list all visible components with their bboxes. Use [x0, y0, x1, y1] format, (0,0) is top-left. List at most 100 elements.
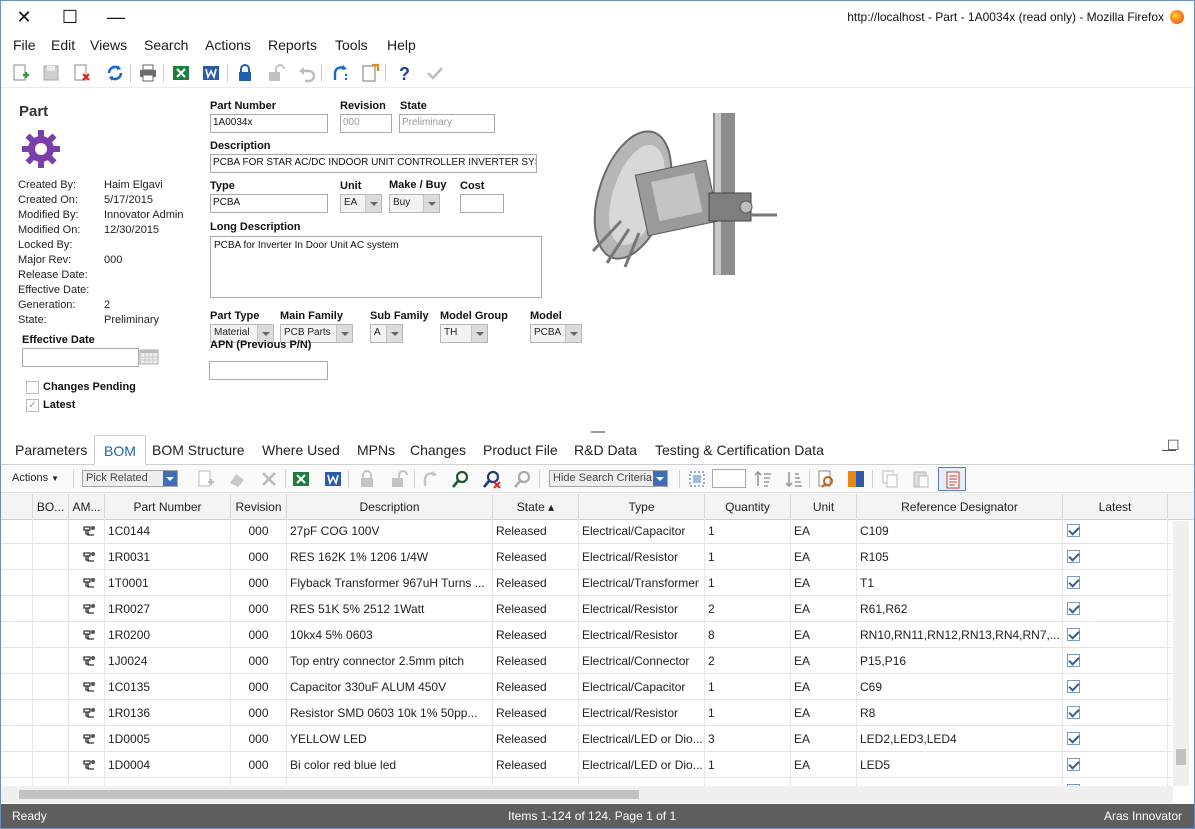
table-cell[interactable] — [1, 622, 33, 648]
page-size-input[interactable] — [712, 469, 746, 488]
description-cell[interactable]: Capacitor 330uF ALUM 450V — [287, 674, 493, 700]
part-structure-icon[interactable] — [82, 758, 96, 772]
quantity-cell[interactable]: 2 — [705, 596, 791, 622]
unit-cell[interactable]: EA — [791, 596, 857, 622]
search-icon[interactable] — [451, 469, 471, 489]
column-header-type[interactable]: Type — [579, 494, 705, 520]
description-cell[interactable]: Bi color red blue led — [287, 752, 493, 778]
grid-horizontal-scrollbar[interactable] — [1, 786, 1173, 803]
table-row[interactable]: 1R0031 000 RES 162K 1% 1206 1/4W Released El… — [1, 544, 1172, 570]
column-header-part-number[interactable]: Part Number — [105, 494, 231, 520]
type-cell[interactable]: Electrical/Resistor — [579, 622, 705, 648]
reference-designator-cell[interactable]: RN10,RN11,RN12,RN13,RN4,RN7,... — [857, 622, 1063, 648]
table-cell[interactable] — [1, 752, 33, 778]
part-structure-icon[interactable] — [82, 550, 96, 564]
revision-cell[interactable]: 000 — [231, 518, 287, 544]
structure-view-icon[interactable] — [846, 469, 866, 489]
tab-rd-data[interactable]: R&D Data — [574, 442, 637, 458]
table-cell[interactable] — [33, 674, 69, 700]
tab-parameters[interactable]: Parameters — [15, 442, 87, 458]
type-cell[interactable]: Electrical/Resistor — [579, 544, 705, 570]
state-cell[interactable]: Released — [493, 674, 579, 700]
table-cell[interactable] — [33, 570, 69, 596]
reference-designator-cell[interactable]: T1 — [857, 570, 1063, 596]
sort-descending-icon[interactable] — [784, 469, 804, 489]
table-cell[interactable] — [33, 544, 69, 570]
table-row[interactable]: 1R0136 000 Resistor SMD 0603 10k 1% 50pp..… — [1, 700, 1172, 726]
menu-edit[interactable]: Edit — [51, 37, 75, 53]
paste-icon[interactable] — [911, 469, 931, 489]
grid-vertical-scrollbar[interactable] — [1173, 521, 1189, 786]
maximize-window-button[interactable]: ☐ — [47, 1, 93, 33]
calendar-icon[interactable] — [139, 349, 159, 365]
search-options-icon[interactable] — [513, 469, 533, 489]
excel-export-icon[interactable] — [171, 63, 191, 83]
reference-designator-cell[interactable]: R8 — [857, 700, 1063, 726]
revision-cell[interactable]: 000 — [231, 570, 287, 596]
part-structure-icon[interactable] — [82, 576, 96, 590]
column-header-revision[interactable]: Revision — [231, 494, 287, 520]
unit-cell[interactable]: EA — [791, 674, 857, 700]
description-cell[interactable]: YELLOW LED — [287, 726, 493, 752]
table-cell[interactable] — [33, 622, 69, 648]
table-cell[interactable] — [33, 518, 69, 544]
state-cell[interactable]: Released — [493, 752, 579, 778]
description-input[interactable]: PCBA FOR STAR AC/DC INDOOR UNIT CONTROLL… — [210, 154, 537, 173]
part-structure-icon[interactable] — [82, 732, 96, 746]
quantity-cell[interactable]: 1 — [705, 700, 791, 726]
part-number-cell[interactable]: 1C0144 — [105, 518, 231, 544]
maximize-pane-icon[interactable]: ☐ — [1167, 437, 1180, 454]
table-row[interactable]: 1D0005 000 YELLOW LED Released Electrical/LE… — [1, 726, 1172, 752]
state-input[interactable]: Preliminary — [399, 114, 495, 133]
table-cell[interactable] — [33, 700, 69, 726]
lock-icon[interactable] — [235, 63, 255, 83]
column-header-latest[interactable]: Latest — [1063, 494, 1168, 520]
latest-checkbox[interactable] — [1067, 576, 1080, 589]
copy-icon[interactable] — [880, 469, 900, 489]
make-buy-select[interactable]: Buy — [389, 194, 440, 213]
promote-icon[interactable] — [330, 63, 350, 83]
table-row[interactable]: 1C0144 000 27pF COG 100V Released Electrical… — [1, 518, 1172, 544]
revision-cell[interactable]: 000 — [231, 544, 287, 570]
table-row[interactable]: 1R0027 000 RES 51K 5% 2512 1Watt Released El… — [1, 596, 1172, 622]
scroll-thumb[interactable] — [1176, 749, 1186, 765]
state-cell[interactable]: Released — [493, 596, 579, 622]
toggle-view-button[interactable] — [938, 467, 966, 491]
revision-cell[interactable]: 000 — [231, 596, 287, 622]
latest-checkbox[interactable] — [1067, 602, 1080, 615]
reference-designator-cell[interactable]: C69 — [857, 674, 1063, 700]
replace-icon[interactable] — [227, 469, 247, 489]
pick-related-select[interactable]: Pick Related — [82, 470, 178, 487]
description-cell[interactable]: Resistor SMD 0603 10k 1% 50pp... — [287, 700, 493, 726]
unit-cell[interactable]: EA — [791, 570, 857, 596]
word-export-icon[interactable] — [201, 63, 221, 83]
add-row-icon[interactable] — [196, 469, 216, 489]
lock-icon[interactable] — [357, 469, 377, 489]
minimize-window-button[interactable]: — — [93, 1, 139, 33]
table-cell[interactable] — [1, 570, 33, 596]
table-row[interactable]: 1D0004 000 Bi color red blue led Released El… — [1, 752, 1172, 778]
unit-cell[interactable]: EA — [791, 622, 857, 648]
part-structure-icon[interactable] — [82, 680, 96, 694]
column-header-bo[interactable]: BO... — [33, 494, 69, 520]
part-number-cell[interactable]: 1C0135 — [105, 674, 231, 700]
type-cell[interactable]: Electrical/Transformer — [579, 570, 705, 596]
tab-product-file[interactable]: Product File — [483, 442, 558, 458]
revision-input[interactable]: 000 — [340, 114, 392, 133]
part-structure-icon[interactable] — [82, 706, 96, 720]
part-number-cell[interactable]: 1T0001 — [105, 570, 231, 596]
quantity-cell[interactable]: 8 — [705, 622, 791, 648]
sort-ascending-icon[interactable] — [753, 469, 773, 489]
quantity-cell[interactable]: 2 — [705, 648, 791, 674]
find-in-grid-icon[interactable] — [816, 469, 836, 489]
description-cell[interactable]: 10kx4 5% 0603 — [287, 622, 493, 648]
type-cell[interactable]: Electrical/Resistor — [579, 700, 705, 726]
latest-checkbox[interactable] — [1067, 680, 1080, 693]
latest-checkbox[interactable] — [1067, 550, 1080, 563]
part-number-cell[interactable]: 1R0031 — [105, 544, 231, 570]
type-cell[interactable]: Electrical/Capacitor — [579, 518, 705, 544]
table-row[interactable]: 1T0001 000 Flyback Transformer 967uH Turns… — [1, 570, 1172, 596]
revision-cell[interactable]: 000 — [231, 700, 287, 726]
delete-icon[interactable] — [259, 469, 279, 489]
menu-help[interactable]: Help — [387, 37, 416, 53]
